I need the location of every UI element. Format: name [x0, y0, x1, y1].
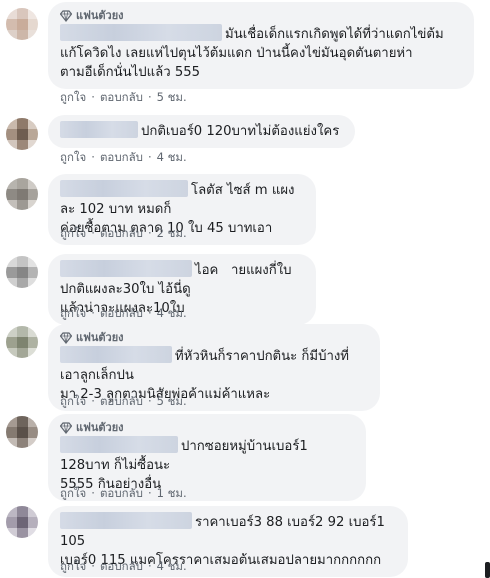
timestamp[interactable]: 5 ชม. [157, 393, 187, 409]
avatar[interactable] [6, 506, 38, 538]
badge-label: แฟนตัวยง [76, 331, 124, 344]
reply-link[interactable]: ตอบกลับ [100, 89, 143, 105]
reply-link[interactable]: ตอบกลับ [100, 558, 143, 574]
timestamp[interactable]: 1 ชม. [157, 485, 187, 501]
top-fan-badge: แฟนตัวยง [60, 330, 368, 346]
comment-actions: ถูกใจ · ตอบกลับ · 2 ชม. [60, 225, 187, 241]
commenter-name[interactable] [60, 436, 178, 453]
timestamp[interactable]: 4 ชม. [157, 305, 187, 321]
commenter-name[interactable] [60, 512, 192, 529]
comment-actions: ถูกใจ · ตอบกลับ · 4 ชม. [60, 149, 187, 165]
diamond-icon [60, 332, 72, 344]
diamond-icon [60, 10, 72, 22]
avatar[interactable] [6, 178, 38, 210]
comment-actions: ถูกใจ · ตอบกลับ · 4 ชม. [60, 558, 187, 574]
like-link[interactable]: ถูกใจ [60, 485, 86, 501]
avatar[interactable] [6, 8, 38, 40]
reply-link[interactable]: ตอบกลับ [100, 225, 143, 241]
like-link[interactable]: ถูกใจ [60, 89, 86, 105]
commenter-name[interactable] [60, 121, 138, 138]
comment-text: แก้โควิดไง เลยแห่ไปตุนไว้ต้มแดก ป่านนี้ค… [60, 46, 413, 80]
comment-feed: แฟนตัวยง มันเชื่อเด็กแรกเกิดพูดได้ที่ว่า… [0, 0, 490, 578]
commenter-name[interactable] [60, 346, 172, 363]
comment-actions: ถูกใจ · ตอบกลับ · 4 ชม. [60, 305, 187, 321]
reply-link[interactable]: ตอบกลับ [100, 305, 143, 321]
badge-label: แฟนตัวยง [76, 421, 124, 434]
comment-text-line1: มันเชื่อเด็กแรกเกิดพูดได้ที่ว่าแดกไข่ต้ม [225, 27, 444, 42]
like-link[interactable]: ถูกใจ [60, 149, 86, 165]
comment-actions: ถูกใจ · ตอบกลับ · 5 ชม. [60, 393, 187, 409]
comment-bubble: ปกติเบอร์0 120บาทไม่ต้องแย่งใคร [48, 115, 355, 148]
like-link[interactable]: ถูกใจ [60, 305, 86, 321]
commenter-name[interactable] [60, 260, 192, 277]
comment-text-line1: ปกติเบอร์0 120บาทไม่ต้องแย่งใคร [141, 124, 340, 139]
avatar[interactable] [6, 256, 38, 288]
comment-actions: ถูกใจ · ตอบกลับ · 5 ชม. [60, 89, 187, 105]
top-fan-badge: แฟนตัวยง [60, 8, 462, 24]
scrollbar-thumb[interactable] [485, 562, 490, 578]
commenter-name[interactable] [60, 24, 222, 41]
reply-link[interactable]: ตอบกลับ [100, 149, 143, 165]
diamond-icon [60, 422, 72, 434]
comment-actions: ถูกใจ · ตอบกลับ · 1 ชม. [60, 485, 187, 501]
reply-link[interactable]: ตอบกลับ [100, 485, 143, 501]
timestamp[interactable]: 4 ชม. [157, 149, 187, 165]
avatar[interactable] [6, 118, 38, 150]
commenter-name[interactable] [60, 180, 188, 197]
timestamp[interactable]: 4 ชม. [157, 558, 187, 574]
reply-link[interactable]: ตอบกลับ [100, 393, 143, 409]
avatar[interactable] [6, 326, 38, 358]
avatar[interactable] [6, 416, 38, 448]
like-link[interactable]: ถูกใจ [60, 393, 86, 409]
scrollbar[interactable] [484, 0, 490, 578]
badge-label: แฟนตัวยง [76, 9, 124, 22]
timestamp[interactable]: 5 ชม. [157, 89, 187, 105]
top-fan-badge: แฟนตัวยง [60, 420, 354, 436]
like-link[interactable]: ถูกใจ [60, 225, 86, 241]
comment-bubble: แฟนตัวยง มันเชื่อเด็กแรกเกิดพูดได้ที่ว่า… [48, 2, 474, 89]
timestamp[interactable]: 2 ชม. [157, 225, 187, 241]
like-link[interactable]: ถูกใจ [60, 558, 86, 574]
